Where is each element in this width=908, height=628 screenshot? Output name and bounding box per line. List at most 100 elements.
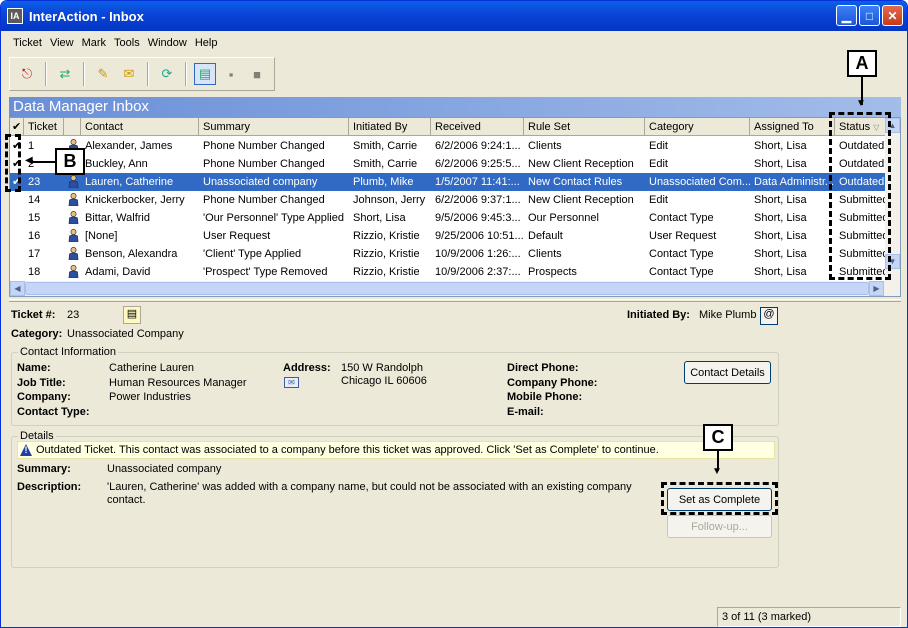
company-phone-label: Company Phone: [507, 377, 598, 389]
select-all-checkbox[interactable]: ✔ [10, 118, 24, 135]
direct-phone-label: Direct Phone: [507, 362, 579, 374]
table-row[interactable]: 18 Adami, David 'Prospect' Type Removed … [10, 263, 886, 281]
table-row[interactable]: ✔ 1 Alexander, James Phone Number Change… [10, 137, 886, 155]
arrow-down-icon: ▼ [712, 466, 722, 477]
row-checkbox[interactable] [10, 263, 24, 281]
initiated-by-label: Initiated By: [627, 309, 690, 321]
description-line-2: contact. [107, 494, 146, 506]
callout-a: A [847, 50, 877, 77]
person-icon [64, 191, 81, 209]
mobile-phone-label: Mobile Phone: [507, 391, 583, 403]
menu-window[interactable]: Window [144, 37, 191, 49]
contact-details-button[interactable]: Contact Details [684, 361, 771, 384]
arrow-down-icon: ▼ [856, 98, 866, 109]
menu-tools[interactable]: Tools [110, 37, 144, 49]
close-button[interactable]: ✕ [882, 5, 903, 26]
callout-a-highlight [829, 112, 891, 280]
comment-icon[interactable]: ✎ [92, 63, 114, 85]
pane-splitter[interactable] [9, 299, 901, 302]
envelope-icon[interactable]: ✉ [284, 377, 299, 388]
column-ticket[interactable]: Ticket [24, 118, 64, 135]
callout-b: B [55, 148, 85, 175]
person-icon [64, 173, 81, 191]
person-icon [64, 227, 81, 245]
contact-information-title: Contact Information [18, 346, 118, 358]
category-value: Unassociated Company [67, 328, 184, 340]
row-checkbox[interactable] [10, 209, 24, 227]
pane-icon-2[interactable]: ■ [246, 63, 268, 85]
outdated-notice: ! Outdated Ticket. This contact was asso… [17, 441, 775, 459]
pane-icon[interactable]: ▪ [220, 63, 242, 85]
window-title: InterAction - Inbox [29, 8, 144, 24]
column-contact[interactable]: Contact [81, 118, 199, 135]
refresh-icon[interactable]: ⟳ [156, 63, 178, 85]
table-row[interactable]: 15 Bittar, Walfrid 'Our Personnel' Type … [10, 209, 886, 227]
table-row[interactable]: 14 Knickerbocker, Jerry Phone Number Cha… [10, 191, 886, 209]
ticket-number-value: 23 [67, 309, 80, 321]
callout-c: C [703, 424, 733, 451]
notice-text: Outdated Ticket. This contact was associ… [36, 444, 659, 456]
scroll-right-icon[interactable]: ▶ [869, 281, 884, 296]
name-label: Name: [17, 362, 51, 374]
email-icon[interactable]: @ [760, 307, 778, 325]
exit-icon[interactable]: ⎋ [16, 63, 38, 85]
callout-c-highlight [661, 482, 778, 515]
row-checkbox[interactable] [10, 227, 24, 245]
column-summary[interactable]: Summary [199, 118, 349, 135]
app-window: IA InterAction - Inbox ▁ □ ✕ Ticket View… [0, 0, 908, 628]
notes-icon[interactable]: ▤ [123, 306, 141, 324]
menu-view[interactable]: View [46, 37, 78, 49]
table-row-selected[interactable]: ✔ 23 Lauren, Catherine Unassociated comp… [10, 173, 886, 191]
status-bar-count: 3 of 11 (3 marked) [717, 607, 901, 627]
description-label: Description: [17, 481, 82, 493]
person-icon [64, 209, 81, 227]
column-category[interactable]: Category [645, 118, 750, 135]
maximize-button[interactable]: □ [859, 5, 880, 26]
menu-mark[interactable]: Mark [78, 37, 110, 49]
row-checkbox[interactable] [10, 245, 24, 263]
company-value: Power Industries [109, 391, 191, 403]
summary-label: Summary: [17, 463, 71, 475]
table-row[interactable]: 16 [None] User Request Rizzio, Kristie 9… [10, 227, 886, 245]
person-icon [64, 263, 81, 281]
contact-type-label: Contact Type: [17, 406, 90, 418]
address-line-1: 150 W Randolph [341, 362, 423, 374]
info-icon: ! [20, 444, 32, 456]
summary-value: Unassociated company [107, 463, 222, 475]
email-label: E-mail: [507, 406, 544, 418]
name-value: Catherine Lauren [109, 362, 195, 374]
app-icon: IA [7, 8, 23, 24]
follow-up-button[interactable]: Follow-up... [667, 515, 772, 538]
table-row[interactable]: ✔ 2 Buckley, Ann Phone Number Changed Sm… [10, 155, 886, 173]
table-row[interactable]: 17 Benson, Alexandra 'Client' Type Appli… [10, 245, 886, 263]
column-type[interactable] [64, 118, 81, 135]
menu-bar: Ticket View Mark Tools Window Help [9, 33, 221, 53]
column-received[interactable]: Received [431, 118, 524, 135]
job-title-value: Human Resources Manager [109, 377, 247, 389]
callout-b-arrow [31, 161, 55, 163]
initiated-by-value: Mike Plumb [699, 309, 757, 321]
company-label: Company: [17, 391, 71, 403]
scroll-left-icon[interactable]: ◀ [10, 281, 25, 296]
address-label: Address: [283, 362, 331, 374]
column-assigned-to[interactable]: Assigned To [750, 118, 835, 135]
description-line-1: 'Lauren, Catherine' was added with a com… [107, 481, 632, 493]
horizontal-scrollbar[interactable]: ◀ ▶ [10, 281, 900, 296]
row-checkbox[interactable] [10, 191, 24, 209]
person-icon [64, 245, 81, 263]
callout-b-highlight [5, 134, 21, 192]
note-icon[interactable]: ✉ [118, 63, 140, 85]
column-initiated-by[interactable]: Initiated By [349, 118, 431, 135]
address-line-2: Chicago IL 60606 [341, 375, 427, 387]
menu-help[interactable]: Help [191, 37, 222, 49]
inbox-title: Data Manager Inbox [9, 97, 901, 117]
column-rule-set[interactable]: Rule Set [524, 118, 645, 135]
arrow-left-icon: ◀ [25, 155, 33, 166]
assign-icon[interactable]: ⇄ [54, 63, 76, 85]
minimize-button[interactable]: ▁ [836, 5, 857, 26]
scroll-thumb[interactable] [25, 282, 869, 295]
title-bar: IA InterAction - Inbox ▁ □ ✕ [1, 1, 907, 31]
menu-ticket[interactable]: Ticket [9, 37, 46, 49]
job-title-label: Job Title: [17, 377, 66, 389]
preview-pane-icon[interactable]: ▤ [194, 63, 216, 85]
